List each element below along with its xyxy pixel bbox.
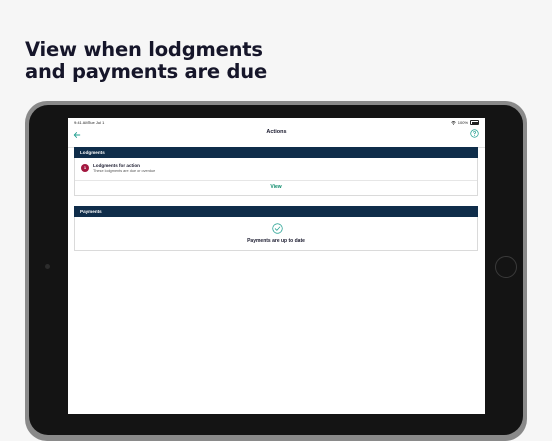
status-indicators: 100% [451, 120, 479, 125]
page-title: Actions [266, 129, 287, 135]
payments-card: Payments are up to date [74, 217, 478, 251]
check-circle-icon [272, 223, 283, 234]
camera-icon [45, 264, 50, 269]
payments-section-header: Payments [74, 206, 478, 217]
headline-line-2: and payments are due [25, 60, 268, 83]
lodgments-item-subtitle: These lodgments are due or overdue [93, 169, 156, 173]
lodgments-section-header: Lodgments [74, 147, 478, 158]
lodgments-for-action-item[interactable]: 1 Lodgments for action These lodgments a… [75, 158, 477, 181]
battery-percent: 100% [457, 120, 468, 125]
status-time: 9:41 AM [74, 120, 89, 125]
question-circle-icon[interactable] [470, 129, 479, 138]
lodgments-item-title: Lodgments for action [93, 163, 140, 168]
payments-status-text: Payments are up to date [247, 238, 305, 244]
wifi-icon [451, 120, 456, 125]
marketing-headline: View when lodgments and payments are due [25, 39, 267, 83]
status-bar: 9:41 AM Tue Jul 1 100% [68, 118, 485, 127]
home-button[interactable] [495, 256, 517, 278]
navigation-bar: Actions [68, 127, 485, 148]
lodgments-card: 1 Lodgments for action These lodgments a… [74, 158, 478, 196]
battery-icon [470, 120, 479, 125]
lodgments-count-badge: 1 [81, 164, 89, 172]
app-screen: 9:41 AM Tue Jul 1 100% Actions Lodgments… [68, 118, 485, 414]
headline-line-1: View when lodgments [25, 38, 263, 61]
status-date: Tue Jul 1 [88, 120, 105, 125]
view-lodgments-button[interactable]: View [75, 184, 477, 190]
